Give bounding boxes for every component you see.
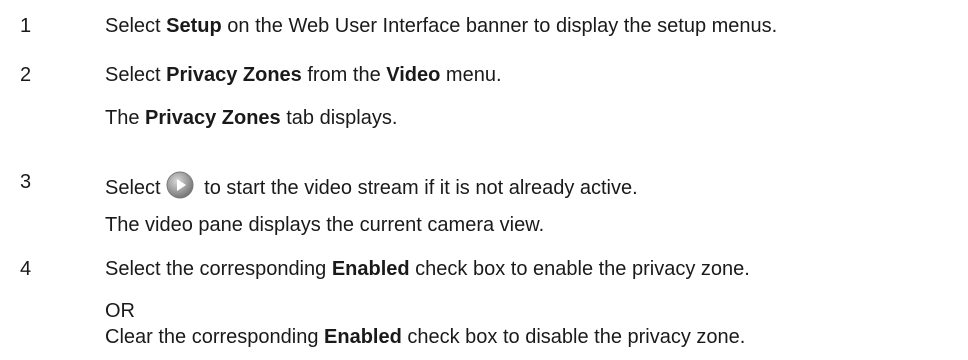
step-or: OR: [105, 300, 135, 322]
step-instruction: Select to start the video stream if it i…: [105, 170, 638, 200]
ui-term: Video: [386, 64, 441, 86]
ui-term: Enabled: [324, 326, 402, 348]
ui-term: Privacy Zones: [145, 107, 281, 129]
step-instruction: Select the corresponding Enabled check b…: [105, 258, 750, 280]
step-number: 1: [20, 15, 32, 37]
ui-term: Privacy Zones: [166, 64, 302, 86]
ui-term: Setup: [166, 15, 222, 37]
play-button-icon: [166, 171, 194, 199]
ui-term: Enabled: [331, 258, 410, 280]
step-instruction: Select Privacy Zones from the Video menu…: [105, 64, 502, 86]
step-alternative: Clear the corresponding Enabled check bo…: [105, 326, 746, 348]
step-number: 3: [20, 171, 32, 193]
step-number: 2: [20, 64, 32, 86]
step-instruction: Select Setup on the Web User Interface b…: [105, 15, 778, 37]
step-result: The video pane displays the current came…: [105, 214, 545, 236]
step-number: 4: [20, 258, 32, 280]
step-result: The Privacy Zones tab displays.: [105, 107, 398, 129]
